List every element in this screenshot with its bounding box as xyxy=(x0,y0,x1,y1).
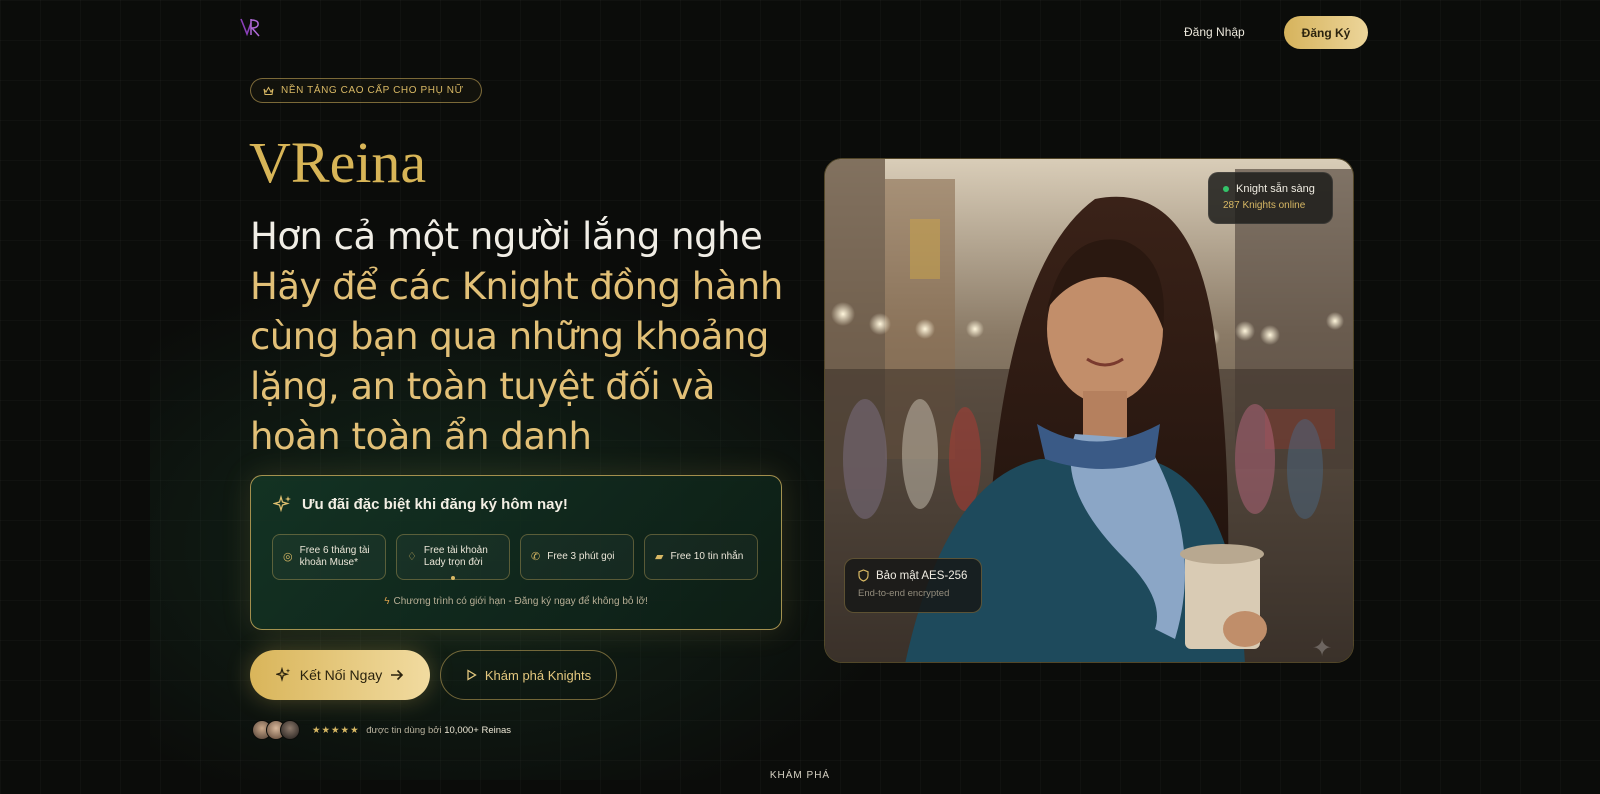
security-subtitle: End-to-end encrypted xyxy=(858,588,950,599)
connect-now-button[interactable]: Kết Nối Ngay xyxy=(250,650,430,700)
offer-chip-lady[interactable]: ♢ Free tài khoản Lady trọn đời xyxy=(396,534,510,580)
offer-chips: ◎ Free 6 tháng tài khoản Muse* ♢ Free tà… xyxy=(272,534,758,580)
offer-note-text: Chương trình có giới hạn - Đăng ký ngay … xyxy=(393,596,648,607)
spiral-icon: ◎ xyxy=(283,551,293,563)
shield-icon xyxy=(858,569,869,582)
knight-online-count: 287 Knights online xyxy=(1223,200,1306,211)
trust-text: ★★★★★ được tin dùng bởi 10,000+ Reinas xyxy=(312,725,511,736)
security-title: Bảo mật AES-256 xyxy=(876,569,968,582)
offer-chip-messages[interactable]: ▰ Free 10 tin nhắn xyxy=(644,534,758,580)
offer-note: ϟ Chương trình có giới hạn - Đăng ký ngay… xyxy=(251,596,781,607)
rating-stars: ★★★★★ xyxy=(312,724,360,736)
explore-knights-label: Khám phá Knights xyxy=(484,667,592,683)
headline-line-2: Hãy để các Knight đồng hành cùng bạn qua… xyxy=(250,265,783,458)
sparkle-icon: ✦ xyxy=(1312,635,1333,662)
chip-label: Free 3 phút gọi xyxy=(547,551,615,562)
trust-count: 10,000+ Reinas xyxy=(444,724,512,736)
vr-logo[interactable] xyxy=(238,14,264,42)
premium-badge: NỀN TẢNG CAO CẤP CHO PHỤ NỮ xyxy=(250,78,482,103)
security-card: Bảo mật AES-256 End-to-end encrypted xyxy=(844,558,982,613)
signup-button[interactable]: Đăng Ký xyxy=(1284,16,1368,49)
login-button[interactable]: Đăng Nhập xyxy=(1184,20,1245,44)
online-dot xyxy=(1223,186,1229,192)
chip-indicator-dot xyxy=(451,576,455,580)
offer-title: Ưu đãi đặc biệt khi đăng ký hôm nay! xyxy=(273,494,568,514)
explore-scroll-label[interactable]: KHÁM PHÁ xyxy=(0,770,1600,781)
flash-icon: ϟ xyxy=(384,596,390,607)
arrow-right-icon xyxy=(391,669,404,681)
chip-label: Free 6 tháng tài khoản Muse* xyxy=(299,545,370,568)
crown-icon xyxy=(263,85,274,95)
offer-title-text: Ưu đãi đặc biệt khi đăng ký hôm nay! xyxy=(302,495,568,513)
chip-label: Free tài khoản Lady trọn đời xyxy=(423,545,488,568)
explore-knights-button[interactable]: Khám phá Knights xyxy=(440,650,617,700)
trust-row: ★★★★★ được tin dùng bởi 10,000+ Reinas xyxy=(252,720,511,740)
avatar xyxy=(280,720,300,740)
offer-chip-muse[interactable]: ◎ Free 6 tháng tài khoản Muse* xyxy=(272,534,386,580)
sparkles-icon xyxy=(273,494,291,513)
connect-now-label: Kết Nối Ngay xyxy=(299,667,383,683)
hero-headline: Hơn cả một người lắng nghe Hãy để các Kn… xyxy=(250,212,810,462)
headline-line-1: Hơn cả một người lắng nghe xyxy=(250,215,763,258)
chip-label: Free 10 tin nhắn xyxy=(670,551,744,562)
brand-title: VReina xyxy=(249,130,427,195)
play-icon xyxy=(467,669,477,681)
phone-icon: ✆ xyxy=(531,551,541,563)
sparkles-icon xyxy=(275,667,290,682)
badge-text: NỀN TẢNG CAO CẤP CHO PHỤ NỮ xyxy=(281,85,464,96)
trust-prefix: được tin dùng bởi xyxy=(366,724,442,736)
avatar-stack xyxy=(252,720,300,740)
offer-card: Ưu đãi đặc biệt khi đăng ký hôm nay! ◎ F… xyxy=(250,475,782,630)
knight-status-card: Knight sẵn sàng 287 Knights online xyxy=(1208,172,1333,224)
knight-status-title: Knight sẵn sàng xyxy=(1236,183,1315,195)
diamond-icon: ♢ xyxy=(407,551,417,563)
offer-chip-call[interactable]: ✆ Free 3 phút gọi xyxy=(520,534,634,580)
chat-icon: ▰ xyxy=(655,551,664,563)
